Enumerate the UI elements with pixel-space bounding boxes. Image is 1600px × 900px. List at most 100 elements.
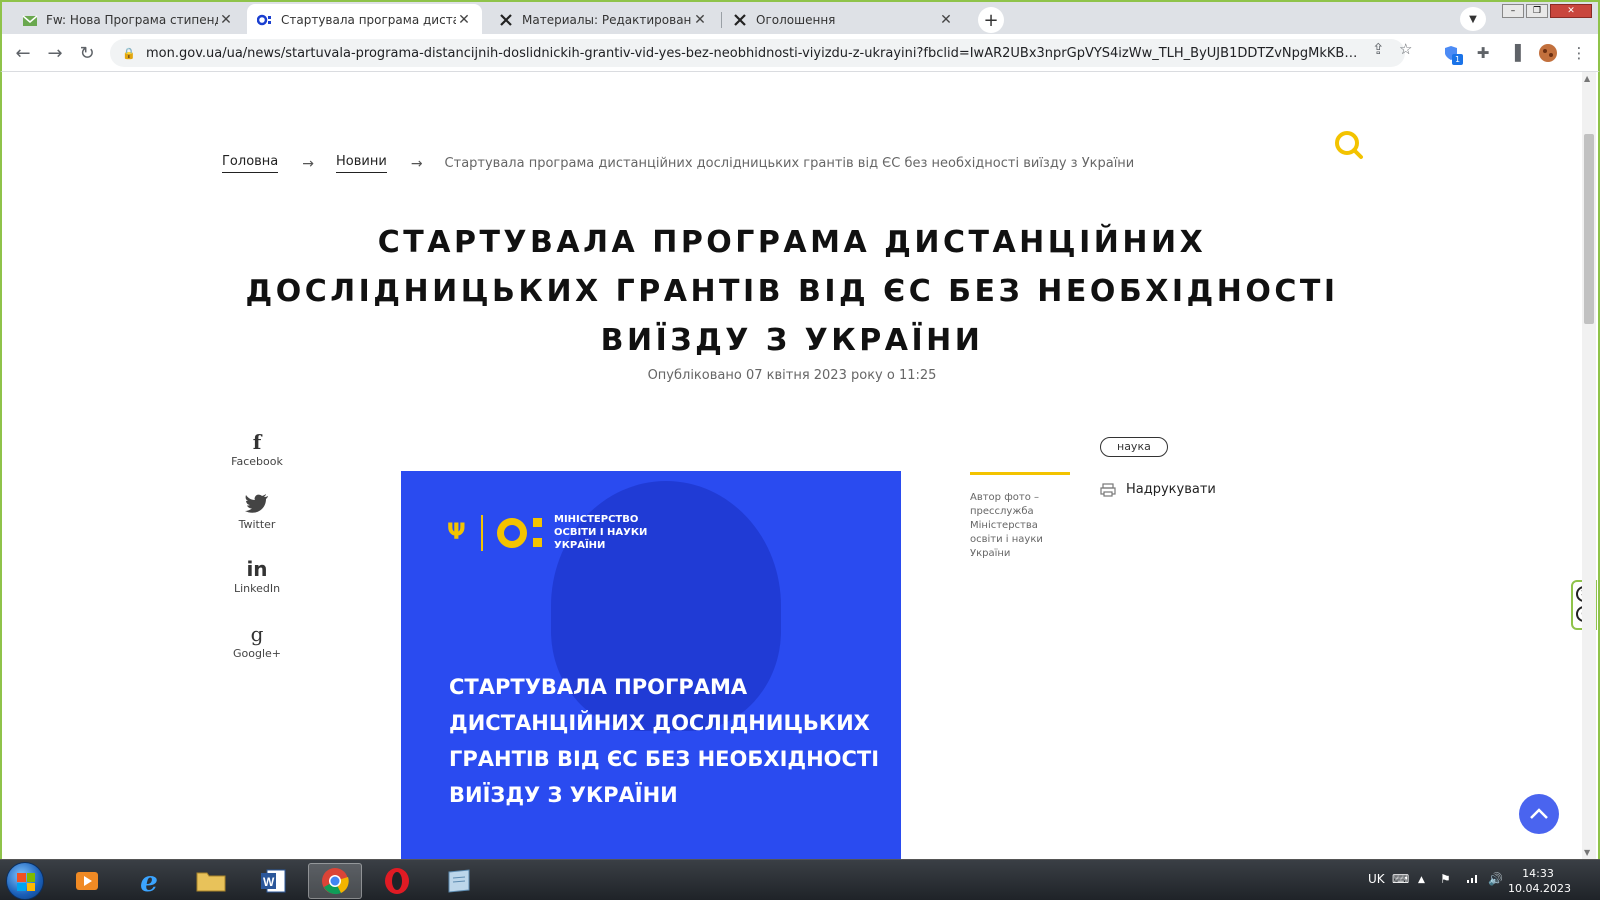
clock-time: 14:33 (1522, 867, 1554, 880)
breadcrumb-current: Стартувала програма дистанційних дослідн… (444, 156, 1135, 171)
media-player-icon (76, 872, 98, 890)
ie-icon: e (140, 864, 158, 898)
reload-icon[interactable]: ↻ (76, 42, 98, 64)
printer-icon (1100, 482, 1116, 497)
scroll-down-arrow-icon[interactable]: ▼ (1584, 848, 1590, 857)
tab-mail[interactable]: Fw: Нова Програма стипендій: « ✕ (12, 4, 244, 36)
print-button[interactable]: Надрукувати (1100, 482, 1216, 497)
close-icon[interactable]: ✕ (456, 12, 472, 28)
scrollbar-thumb[interactable] (1584, 134, 1594, 324)
tab-title: Материалы: Редактирование ма (522, 13, 692, 27)
joomla-icon (498, 12, 514, 28)
search-icon[interactable] (1334, 130, 1364, 160)
system-clock[interactable]: 14:33 10.04.2023 (1508, 866, 1571, 896)
share-twitter[interactable]: Twitter (227, 492, 287, 531)
tab-search-button[interactable]: ▼ (1460, 7, 1486, 31)
arrow-right-icon: → (410, 155, 423, 172)
close-icon[interactable]: ✕ (692, 12, 708, 28)
tag-science[interactable]: наука (1100, 437, 1168, 457)
share-label: Twitter (238, 518, 276, 531)
share-facebook[interactable]: f Facebook (227, 429, 287, 468)
tab-title: Стартувала програма дистанційн (281, 13, 456, 27)
arrow-right-icon: → (302, 155, 315, 172)
taskbar-opera[interactable] (370, 863, 424, 899)
share-label: LinkedIn (233, 582, 281, 595)
address-bar[interactable]: 🔒 mon.gov.ua/ua/news/startuvala-programa… (110, 39, 1405, 67)
lock-icon: 🔒 (122, 46, 136, 60)
chevron-up-icon (1530, 808, 1548, 819)
chrome-icon (322, 868, 349, 895)
taskbar-explorer[interactable] (184, 863, 238, 899)
share-icon[interactable]: ⇪ (1372, 40, 1385, 58)
page-viewport: Головна → Новини → Стартувала програма д… (0, 72, 1600, 859)
url-text: mon.gov.ua/ua/news/startuvala-programa-d… (146, 45, 1361, 61)
hero-line: СТАРТУВАЛА ПРОГРАМА (449, 675, 748, 699)
tray-expand-icon[interactable]: ▲ (1418, 875, 1425, 885)
windows-taskbar: e W UK ⌨ ▲ ⚑ 🔊 14:33 10.04.2023 (0, 859, 1600, 900)
photo-credit-block: Автор фото – пресслужба Міністерства осв… (970, 472, 1070, 561)
joomla-icon (732, 12, 748, 28)
new-tab-button[interactable]: + (978, 7, 1004, 33)
taskbar-chrome[interactable] (308, 863, 362, 899)
photo-credit: Автор фото – пресслужба Міністерства осв… (970, 492, 1043, 559)
tab-announcements[interactable]: Оголошення ✕ (722, 4, 964, 36)
tab-materials[interactable]: Материалы: Редактирование ма ✕ (488, 4, 718, 36)
tab-mon-news[interactable]: Стартувала програма дистанційн ✕ (247, 4, 482, 36)
browser-tab-strip: Fw: Нова Програма стипендій: « ✕ Стартув… (0, 0, 1600, 36)
divider (970, 472, 1070, 475)
google-plus-icon: g (250, 622, 264, 646)
star-icon[interactable]: ☆ (1399, 40, 1412, 58)
close-icon[interactable]: ✕ (938, 12, 954, 28)
mon-logo-mark (497, 517, 527, 548)
breadcrumb: Головна → Новини → Стартувала програма д… (222, 154, 1134, 173)
twitter-icon (227, 492, 287, 518)
folder-icon (196, 872, 226, 892)
start-button[interactable] (6, 862, 44, 900)
taskbar-internet-explorer[interactable]: e (122, 863, 176, 899)
title-line: СТАРТУВАЛА ПРОГРАМА ДИСТАНЦІЙНИХ (377, 225, 1207, 260)
volume-icon[interactable]: 🔊 (1488, 872, 1503, 886)
facebook-icon: f (252, 430, 262, 454)
mail-icon (22, 12, 38, 28)
share-google-plus[interactable]: g Google+ (227, 621, 287, 660)
breadcrumb-home[interactable]: Головна (222, 154, 279, 173)
linkedin-icon: in (246, 557, 268, 581)
action-center-flag-icon[interactable]: ⚑ (1440, 872, 1451, 886)
ministry-name: МІНІСТЕРСТВО ОСВІТИ І НАУКИ УКРАЇНИ (554, 514, 648, 551)
svg-text:W: W (263, 875, 275, 889)
taskbar-word[interactable]: W (246, 863, 300, 899)
scroll-up-arrow-icon[interactable]: ▲ (1584, 74, 1590, 83)
back-arrow-icon[interactable]: ← (12, 42, 34, 64)
puzzle-icon[interactable]: ✚ (1472, 42, 1494, 64)
print-label: Надрукувати (1126, 482, 1216, 497)
notes-app-icon (448, 869, 470, 893)
keyboard-icon[interactable]: ⌨ (1392, 872, 1409, 886)
window-close-button[interactable]: ✕ (1550, 4, 1592, 18)
restore-button[interactable]: ❐ (1526, 4, 1548, 18)
breadcrumb-news[interactable]: Новини (336, 154, 387, 173)
forward-arrow-icon[interactable]: → (44, 42, 66, 64)
language-indicator[interactable]: UK (1368, 872, 1385, 886)
published-date: Опубліковано 07 квітня 2023 року о 11:25 (647, 368, 937, 383)
ministry-logo: Ψ МІНІСТЕРСТВО ОСВІТИ І НАУКИ УКРАЇНИ (447, 513, 647, 552)
profile-avatar[interactable] (1537, 42, 1559, 64)
chevron-down-icon: ▼ (1469, 13, 1477, 25)
trident-icon: Ψ (447, 520, 466, 545)
hero-line: ДИСТАНЦІЙНИХ ДОСЛІДНИЦЬКИХ (449, 711, 870, 735)
page-scrollbar[interactable]: ▲ ▼ (1582, 72, 1596, 859)
taskbar-notes[interactable] (432, 863, 486, 899)
kebab-menu-icon[interactable]: ⋮ (1568, 42, 1590, 64)
close-icon[interactable]: ✕ (218, 12, 234, 28)
hero-line: ВИЇЗДУ З УКРАЇНИ (449, 783, 678, 807)
shield-extension-icon[interactable]: 1 (1440, 42, 1463, 65)
network-icon[interactable] (1466, 872, 1480, 887)
side-panel-icon[interactable]: ▐ (1504, 42, 1526, 64)
browser-toolbar: ← → ↻ 🔒 mon.gov.ua/ua/news/startuvala-pr… (0, 34, 1600, 72)
tab-title: Оголошення (756, 13, 836, 27)
share-linkedin[interactable]: in LinkedIn (227, 556, 287, 595)
hero-headline: СТАРТУВАЛА ПРОГРАМА ДИСТАНЦІЙНИХ ДОСЛІДН… (449, 669, 889, 813)
taskbar-media-player[interactable] (60, 863, 114, 899)
scroll-to-top-button[interactable] (1519, 794, 1559, 834)
minimize-button[interactable]: – (1502, 4, 1524, 18)
share-label: Facebook (231, 455, 283, 468)
